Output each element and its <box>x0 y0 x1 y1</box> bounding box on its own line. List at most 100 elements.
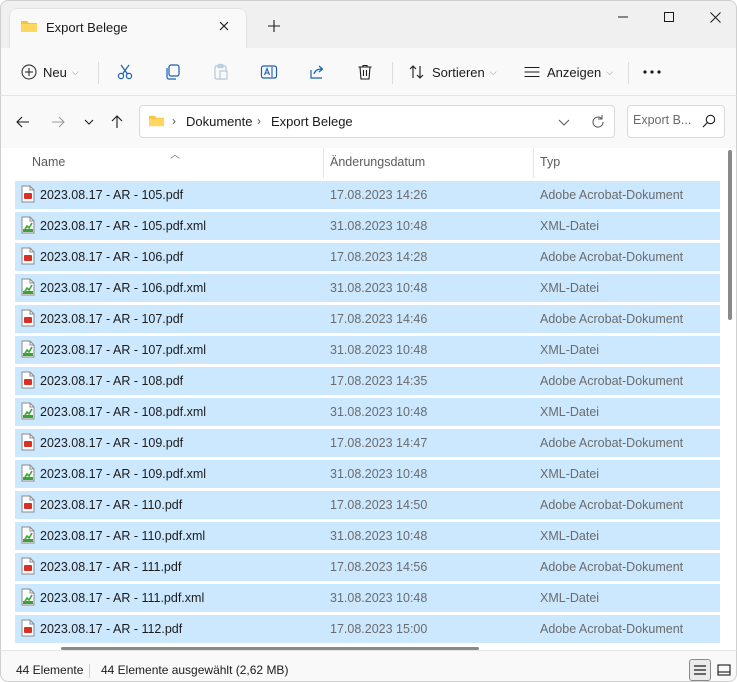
file-type: Adobe Acrobat-Dokument <box>540 622 684 636</box>
file-name: 2023.08.17 - AR - 106.pdf.xml <box>40 281 207 295</box>
xml-icon <box>20 278 36 299</box>
file-row[interactable]: 2023.08.17 - AR - 108.pdf.xml 31.08.2023 … <box>15 397 720 428</box>
details-view-icon[interactable] <box>689 659 711 681</box>
file-name: 2023.08.17 - AR - 105.pdf <box>40 188 184 202</box>
new-button[interactable]: Neu ⌵ <box>21 55 79 89</box>
new-tab-plus-icon[interactable] <box>259 13 289 39</box>
file-date: 17.08.2023 14:47 <box>330 436 428 450</box>
column-name[interactable]: Name <box>32 155 65 169</box>
address-dropdown-icon[interactable] <box>554 112 574 135</box>
copy-button[interactable] <box>164 55 182 89</box>
file-row[interactable]: 2023.08.17 - AR - 105.pdf.xml 31.08.2023 … <box>15 211 720 242</box>
file-row[interactable]: 2023.08.17 - AR - 108.pdf 17.08.2023 14:3… <box>15 366 720 397</box>
file-date: 31.08.2023 10:48 <box>330 591 428 605</box>
file-row[interactable]: 2023.08.17 - AR - 105.pdf 17.08.2023 14:2… <box>15 180 720 211</box>
sort-button[interactable]: Sortieren ⌵ <box>408 55 497 89</box>
file-type: Adobe Acrobat-Dokument <box>540 188 684 202</box>
forward-arrow-icon[interactable] <box>45 110 71 134</box>
file-name: 2023.08.17 - AR - 110.pdf <box>40 498 183 512</box>
file-name: 2023.08.17 - AR - 106.pdf <box>40 250 184 264</box>
close-icon[interactable] <box>692 1 737 33</box>
xml-icon <box>20 464 36 485</box>
view-button-label: Anzeigen <box>547 64 602 80</box>
back-arrow-icon[interactable] <box>10 110 36 134</box>
xml-icon <box>20 216 36 237</box>
file-row[interactable]: 2023.08.17 - AR - 110.pdf.xml 31.08.2023 … <box>15 521 720 552</box>
file-list: ︿ Name Änderungsdatum Typ 2023.08.17 - A… <box>0 148 737 650</box>
file-type: Adobe Acrobat-Dokument <box>540 374 684 388</box>
file-row[interactable]: 2023.08.17 - AR - 106.pdf.xml 31.08.2023 … <box>15 273 720 304</box>
share-button[interactable] <box>308 55 326 89</box>
folder-icon <box>20 18 38 37</box>
large-icons-view-icon[interactable] <box>713 659 735 681</box>
cut-icon <box>117 64 133 80</box>
rename-button[interactable] <box>260 55 278 89</box>
file-date: 31.08.2023 10:48 <box>330 405 428 419</box>
folder-icon <box>148 113 165 131</box>
paste-button[interactable] <box>212 55 230 89</box>
search-input[interactable] <box>633 113 697 127</box>
view-button[interactable]: Anzeigen ⌵ <box>523 55 613 89</box>
pdf-icon <box>20 247 36 268</box>
breadcrumb-export-belege[interactable]: Export Belege <box>271 114 353 129</box>
new-button-label: Neu <box>43 64 67 80</box>
column-divider[interactable] <box>533 148 534 178</box>
file-row[interactable]: 2023.08.17 - AR - 112.pdf 17.08.2023 15:0… <box>15 614 720 645</box>
file-row[interactable]: 2023.08.17 - AR - 107.pdf 17.08.2023 14:4… <box>15 304 720 335</box>
rename-icon <box>260 65 278 79</box>
recent-chevron-down-icon[interactable] <box>76 110 102 134</box>
file-date: 17.08.2023 14:26 <box>330 188 428 202</box>
paste-icon <box>214 63 228 80</box>
tab-close-icon[interactable] <box>210 14 238 38</box>
file-type: XML-Datei <box>540 343 600 357</box>
file-name: 2023.08.17 - AR - 108.pdf.xml <box>40 405 207 419</box>
pdf-icon <box>20 619 36 640</box>
share-icon <box>310 65 324 79</box>
tab-export-belege[interactable]: Export Belege <box>9 8 247 49</box>
file-type: XML-Datei <box>540 591 600 605</box>
file-row[interactable]: 2023.08.17 - AR - 106.pdf 17.08.2023 14:2… <box>15 242 720 273</box>
divider <box>98 62 99 84</box>
file-row[interactable]: 2023.08.17 - AR - 111.pdf 17.08.2023 14:5… <box>15 552 720 583</box>
xml-icon <box>20 526 36 547</box>
title-bar: Export Belege <box>0 0 737 49</box>
more-icon <box>643 70 661 74</box>
file-type: Adobe Acrobat-Dokument <box>540 250 684 264</box>
delete-button[interactable] <box>356 55 374 89</box>
file-date: 31.08.2023 10:48 <box>330 467 428 481</box>
file-row[interactable]: 2023.08.17 - AR - 107.pdf.xml 31.08.2023 … <box>15 335 720 366</box>
up-arrow-icon[interactable] <box>104 110 130 134</box>
vertical-scrollbar[interactable] <box>728 150 732 320</box>
xml-icon <box>20 340 36 361</box>
column-header: ︿ Name Änderungsdatum Typ <box>1 148 721 180</box>
file-name: 2023.08.17 - AR - 110.pdf.xml <box>40 529 206 543</box>
more-button[interactable] <box>642 55 662 89</box>
breadcrumb-dokumente[interactable]: Dokumente <box>186 114 252 129</box>
address-bar[interactable]: › Dokumente › Export Belege <box>139 105 615 138</box>
file-date: 17.08.2023 15:00 <box>330 622 428 636</box>
address-row: › Dokumente › Export Belege <box>0 96 737 148</box>
divider <box>89 664 90 678</box>
pdf-icon <box>20 557 36 578</box>
file-row[interactable]: 2023.08.17 - AR - 110.pdf 17.08.2023 14:5… <box>15 490 720 521</box>
file-row[interactable]: 2023.08.17 - AR - 109.pdf 17.08.2023 14:4… <box>15 428 720 459</box>
refresh-icon[interactable] <box>588 112 608 135</box>
column-type[interactable]: Typ <box>540 155 560 169</box>
divider <box>392 62 393 84</box>
file-row[interactable]: 2023.08.17 - AR - 111.pdf.xml 31.08.2023 … <box>15 583 720 614</box>
file-date: 17.08.2023 14:46 <box>330 312 428 326</box>
column-date[interactable]: Änderungsdatum <box>330 155 425 169</box>
file-type: XML-Datei <box>540 405 600 419</box>
column-divider[interactable] <box>323 148 324 178</box>
file-name: 2023.08.17 - AR - 105.pdf.xml <box>40 219 207 233</box>
file-row[interactable]: 2023.08.17 - AR - 109.pdf.xml 31.08.2023 … <box>15 459 720 490</box>
file-name: 2023.08.17 - AR - 112.pdf <box>40 622 183 636</box>
divider <box>628 62 629 84</box>
search-box[interactable] <box>627 105 725 138</box>
command-bar: Neu ⌵ Sortieren ⌵ Anzeigen ⌵ <box>0 48 737 96</box>
maximize-icon[interactable] <box>646 1 692 33</box>
breadcrumb-separator: › <box>257 114 261 128</box>
minimize-icon[interactable] <box>600 1 646 33</box>
cut-button[interactable] <box>116 55 134 89</box>
breadcrumb-separator: › <box>172 114 176 128</box>
